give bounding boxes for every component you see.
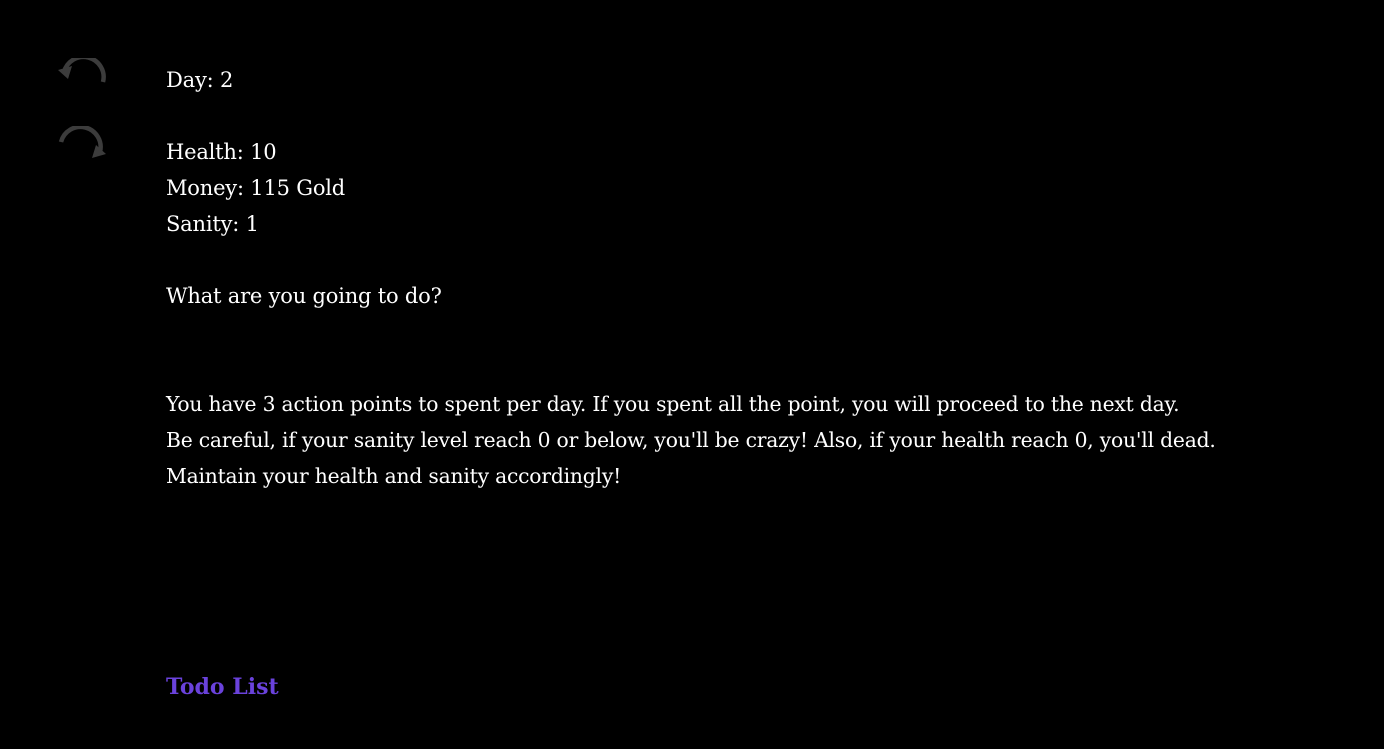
instruction-line: You have 3 action points to spent per da… (166, 392, 1180, 416)
health-stat: Health: 10 (166, 140, 277, 164)
sanity-stat: Sanity: 1 (166, 212, 259, 236)
todo-list-link[interactable]: Todo List (166, 674, 279, 700)
undo-button[interactable] (56, 58, 108, 98)
redo-arrow-icon (58, 126, 106, 158)
money-stat: Money: 115 Gold (166, 176, 346, 200)
instructions-paragraph: You have 3 action points to spent per da… (166, 386, 1346, 494)
undo-arrow-icon (58, 58, 106, 83)
day-counter: Day: 2 (166, 68, 234, 92)
redo-button[interactable] (56, 126, 108, 166)
instruction-line: Be careful, if your sanity level reach 0… (166, 428, 1216, 452)
action-prompt: What are you going to do? (166, 284, 442, 308)
story-passage: Day: 2 Health: 10 Money: 115 Gold Sanity… (166, 62, 1346, 494)
history-controls (56, 58, 108, 194)
instruction-line: Maintain your health and sanity accordin… (166, 464, 622, 488)
